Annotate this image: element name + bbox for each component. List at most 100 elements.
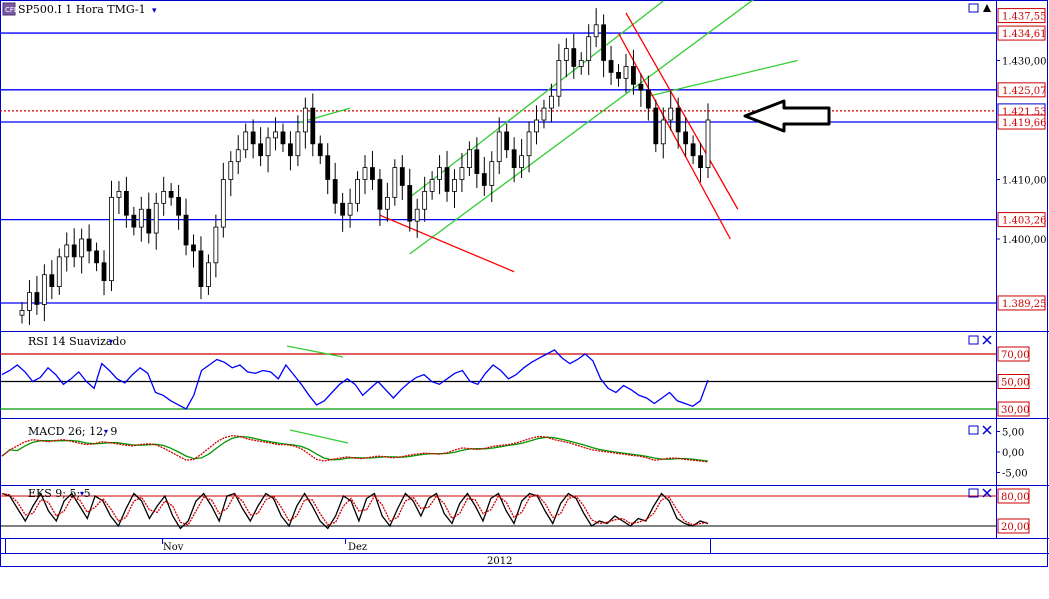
- year-label: 2012: [487, 556, 512, 567]
- month-label-dez: Dez: [348, 542, 367, 553]
- candle-down: [258, 143, 264, 157]
- stoch-menu-caret[interactable]: ▾: [80, 489, 84, 498]
- candle-up: [384, 196, 390, 210]
- candle-up: [549, 95, 554, 109]
- candle-down: [191, 244, 196, 252]
- candle-down: [377, 179, 383, 210]
- candle-up: [593, 24, 599, 38]
- candle-up: [422, 190, 428, 210]
- candle-down: [86, 238, 92, 252]
- rsi-menu-caret[interactable]: ▾: [109, 337, 113, 346]
- candle-up: [556, 60, 562, 97]
- candle-up: [243, 131, 249, 151]
- candle-up: [705, 119, 711, 168]
- candle-down: [631, 66, 636, 85]
- title-menu-caret[interactable]: ▾: [152, 6, 157, 16]
- candle-up: [295, 131, 301, 157]
- candle-down: [616, 72, 621, 79]
- macd-menu-caret[interactable]: ▾: [104, 427, 108, 436]
- candle-up: [355, 179, 360, 204]
- candle-up: [362, 167, 368, 180]
- candle-down: [250, 131, 256, 145]
- candle-up: [64, 244, 70, 258]
- candle-up: [19, 309, 25, 316]
- month-label-nov: Nov: [163, 542, 184, 553]
- price-scale-label: 1.400,00: [1002, 235, 1047, 246]
- candle-up: [496, 131, 502, 163]
- candle-down: [168, 190, 174, 198]
- candle-up: [228, 161, 234, 180]
- candle-up: [138, 208, 144, 228]
- macd-square-icon[interactable]: [968, 425, 979, 435]
- candle-down: [288, 143, 293, 157]
- candle-up: [220, 179, 226, 228]
- candle-down: [407, 185, 413, 222]
- candle-down: [601, 24, 607, 61]
- candle-up: [56, 256, 62, 288]
- candle-down: [94, 250, 99, 264]
- macd-line: [1, 434, 709, 463]
- candle-down: [176, 196, 181, 216]
- rsi-level-label: 70,00: [1001, 350, 1030, 361]
- candle-down: [608, 60, 614, 73]
- rsi-close-icon[interactable]: [982, 335, 992, 345]
- macd-close-icon[interactable]: [982, 425, 992, 435]
- candle-down: [49, 274, 55, 288]
- stoch-k-line: [1, 492, 709, 530]
- candle-up: [302, 107, 308, 133]
- candle-down: [511, 149, 517, 169]
- macd-divergence-line: [289, 429, 349, 444]
- candle-up: [429, 179, 435, 192]
- candle-down: [474, 149, 480, 174]
- candle-up: [459, 167, 465, 180]
- candle-up: [153, 202, 159, 234]
- candle-down: [280, 131, 286, 145]
- candle-down: [690, 143, 696, 157]
- candle-up: [109, 196, 114, 282]
- candle-up: [41, 274, 47, 305]
- candle-down: [146, 208, 152, 234]
- candle-up: [79, 238, 85, 258]
- candle-down: [653, 107, 659, 145]
- macd-scale-label: -5,00: [1002, 469, 1028, 480]
- candle-down: [198, 250, 204, 287]
- candle-down: [131, 214, 137, 228]
- triangle-up-icon[interactable]: [983, 4, 991, 12]
- rsi-square-icon[interactable]: [968, 335, 979, 345]
- candle-up: [27, 292, 32, 311]
- candle-down: [645, 89, 651, 109]
- candle-down: [571, 48, 577, 67]
- chart-frame: [0, 0, 1048, 567]
- chart-header[interactable]: CFD SP500.I 1 Hora TMG-1 ▾: [2, 2, 157, 16]
- macd-scale-label: 0,00: [1002, 448, 1024, 459]
- candle-up: [541, 107, 547, 121]
- price-scale-label: 1.430,00: [1002, 57, 1047, 68]
- price-scale-label: 1.410,00: [1002, 176, 1047, 187]
- candle-down: [183, 214, 189, 246]
- falling-support-line: [379, 214, 515, 273]
- rsi-divergence-line: [286, 345, 344, 358]
- square-icon[interactable]: [968, 3, 979, 13]
- candle-up: [414, 208, 420, 222]
- candle-up: [660, 119, 666, 145]
- candle-up: [668, 107, 674, 121]
- candle-up: [273, 131, 278, 139]
- price-level-label: 1.437,55: [1002, 12, 1047, 23]
- candle-up: [526, 131, 532, 157]
- candle-up: [116, 190, 122, 198]
- stoch-d-line: [1, 492, 709, 526]
- candle-down: [444, 167, 450, 192]
- trendlines: [297, 0, 798, 273]
- price-level-label: 1.403,26: [1002, 216, 1047, 227]
- candle-down: [370, 167, 375, 180]
- candle-down: [34, 292, 40, 305]
- price-level-label: 1.419,66: [1002, 118, 1047, 129]
- candle-down: [698, 155, 703, 168]
- candle-up: [563, 48, 569, 61]
- price-level-label: 1.389,25: [1002, 299, 1047, 310]
- candle-down: [325, 155, 331, 180]
- candle-up: [519, 155, 524, 168]
- price-level-label: 1.434,61: [1002, 29, 1047, 40]
- candle-up: [347, 202, 353, 216]
- candle-down: [399, 167, 405, 186]
